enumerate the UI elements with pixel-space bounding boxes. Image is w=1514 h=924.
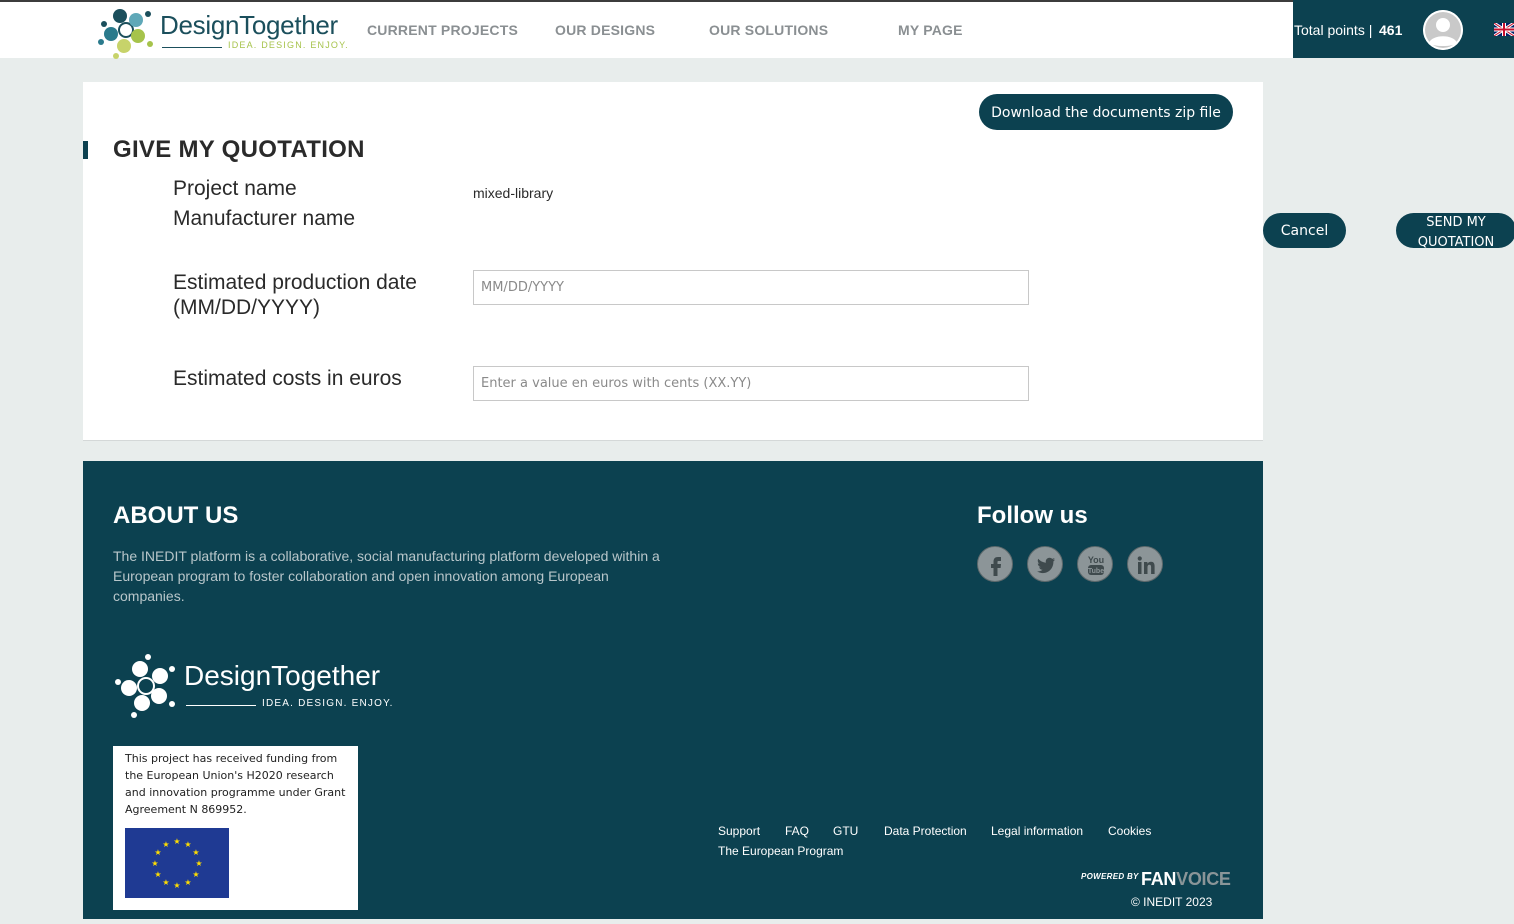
nav-my-page[interactable]: MY PAGE (898, 22, 963, 38)
footer-link-faq[interactable]: FAQ (785, 824, 809, 838)
eu-flag-icon: ★ ★ ★ ★ ★ ★ ★ ★ ★ ★ ★ ★ (125, 828, 229, 898)
total-points-label: Total points | (1294, 22, 1373, 38)
follow-us-title: Follow us (977, 502, 1088, 529)
svg-text:★: ★ (173, 837, 180, 846)
svg-text:★: ★ (154, 848, 161, 857)
footer-link-support[interactable]: Support (718, 824, 760, 838)
page-title: GIVE MY QUOTATION (113, 136, 365, 163)
logo-divider (162, 47, 222, 48)
svg-text:★: ★ (173, 881, 180, 890)
production-date-input[interactable] (473, 270, 1029, 305)
production-date-format-label: (MM/DD/YYYY) (173, 296, 320, 319)
footer-logo-wordmark: DesignTogether (184, 660, 381, 691)
user-avatar-icon[interactable] (1423, 10, 1463, 50)
copyright: © INEDIT 2023 (1131, 895, 1213, 909)
eu-funding-notice: This project has received funding from t… (113, 746, 358, 910)
svg-text:★: ★ (154, 870, 161, 879)
logo-tagline: IDEA. DESIGN. ENJOY. (228, 40, 349, 50)
svg-text:★: ★ (151, 859, 158, 868)
footer-designtogether-logo[interactable]: DesignTogether IDEA. DESIGN. ENJOY. (112, 652, 402, 720)
nav-current-projects[interactable]: CURRENT PROJECTS (367, 22, 518, 38)
svg-text:★: ★ (192, 848, 199, 857)
footer-logo-divider (186, 705, 256, 706)
fanvoice-logo[interactable]: FANVOICE (1141, 869, 1231, 890)
about-us-text: The INEDIT platform is a collaborative, … (113, 548, 660, 604)
svg-text:★: ★ (162, 878, 169, 887)
estimated-costs-label: Estimated costs in euros (173, 367, 402, 390)
footer-link-data-protection[interactable]: Data Protection (884, 824, 967, 838)
fanvoice-fan: FAN (1141, 869, 1177, 889)
cancel-button[interactable]: Cancel (1263, 213, 1346, 248)
project-name-label: Project name (173, 177, 297, 200)
footer-logo-tagline: IDEA. DESIGN. ENJOY. (262, 698, 394, 709)
estimated-costs-input[interactable] (473, 366, 1029, 401)
production-date-label: Estimated production date (173, 271, 417, 294)
fanvoice-voice: VOICE (1176, 869, 1231, 889)
footer-link-legal-information[interactable]: Legal information (991, 824, 1083, 838)
logo-wordmark: DesignTogether (160, 10, 338, 40)
footer-link-cookies[interactable]: Cookies (1108, 824, 1151, 838)
designtogether-logo[interactable]: DesignTogether IDEA. DESIGN. ENJOY. (96, 2, 356, 59)
powered-by-label: POWERED BY (1081, 872, 1139, 881)
facebook-icon[interactable] (977, 546, 1013, 582)
footer-link-european-program[interactable]: The European Program (718, 844, 843, 858)
about-us-title: ABOUT US (113, 502, 239, 529)
title-accent-bar (83, 141, 88, 159)
footer-logo-flower-icon (115, 654, 175, 718)
send-button-line2: QUOTATION (1417, 235, 1495, 248)
manufacturer-name-label: Manufacturer name (173, 207, 356, 230)
svg-text:★: ★ (162, 840, 169, 849)
nav-our-designs[interactable]: OUR DESIGNS (555, 22, 655, 38)
send-quotation-button[interactable]: SEND MY QUOTATION (1396, 213, 1514, 248)
linkedin-icon[interactable] (1127, 546, 1163, 582)
funding-text: This project has received funding from t… (125, 752, 346, 816)
youtube-icon[interactable]: You Tube (1077, 546, 1113, 582)
svg-text:★: ★ (192, 870, 199, 879)
nav-our-solutions[interactable]: OUR SOLUTIONS (709, 22, 828, 38)
svg-text:★: ★ (184, 878, 191, 887)
svg-text:★: ★ (195, 859, 202, 868)
total-points-value: 461 (1379, 22, 1403, 38)
logo-flower-icon (98, 9, 153, 59)
uk-flag-icon[interactable] (1493, 21, 1514, 38)
download-zip-button[interactable]: Download the documents zip file (979, 94, 1233, 130)
twitter-icon[interactable] (1027, 546, 1063, 582)
project-name-value: mixed-library (473, 185, 554, 201)
send-button-line1: SEND MY (1426, 215, 1486, 230)
svg-text:★: ★ (184, 840, 191, 849)
footer-link-gtu[interactable]: GTU (833, 824, 858, 838)
svg-text:You: You (1088, 555, 1104, 565)
svg-text:Tube: Tube (1088, 568, 1104, 575)
